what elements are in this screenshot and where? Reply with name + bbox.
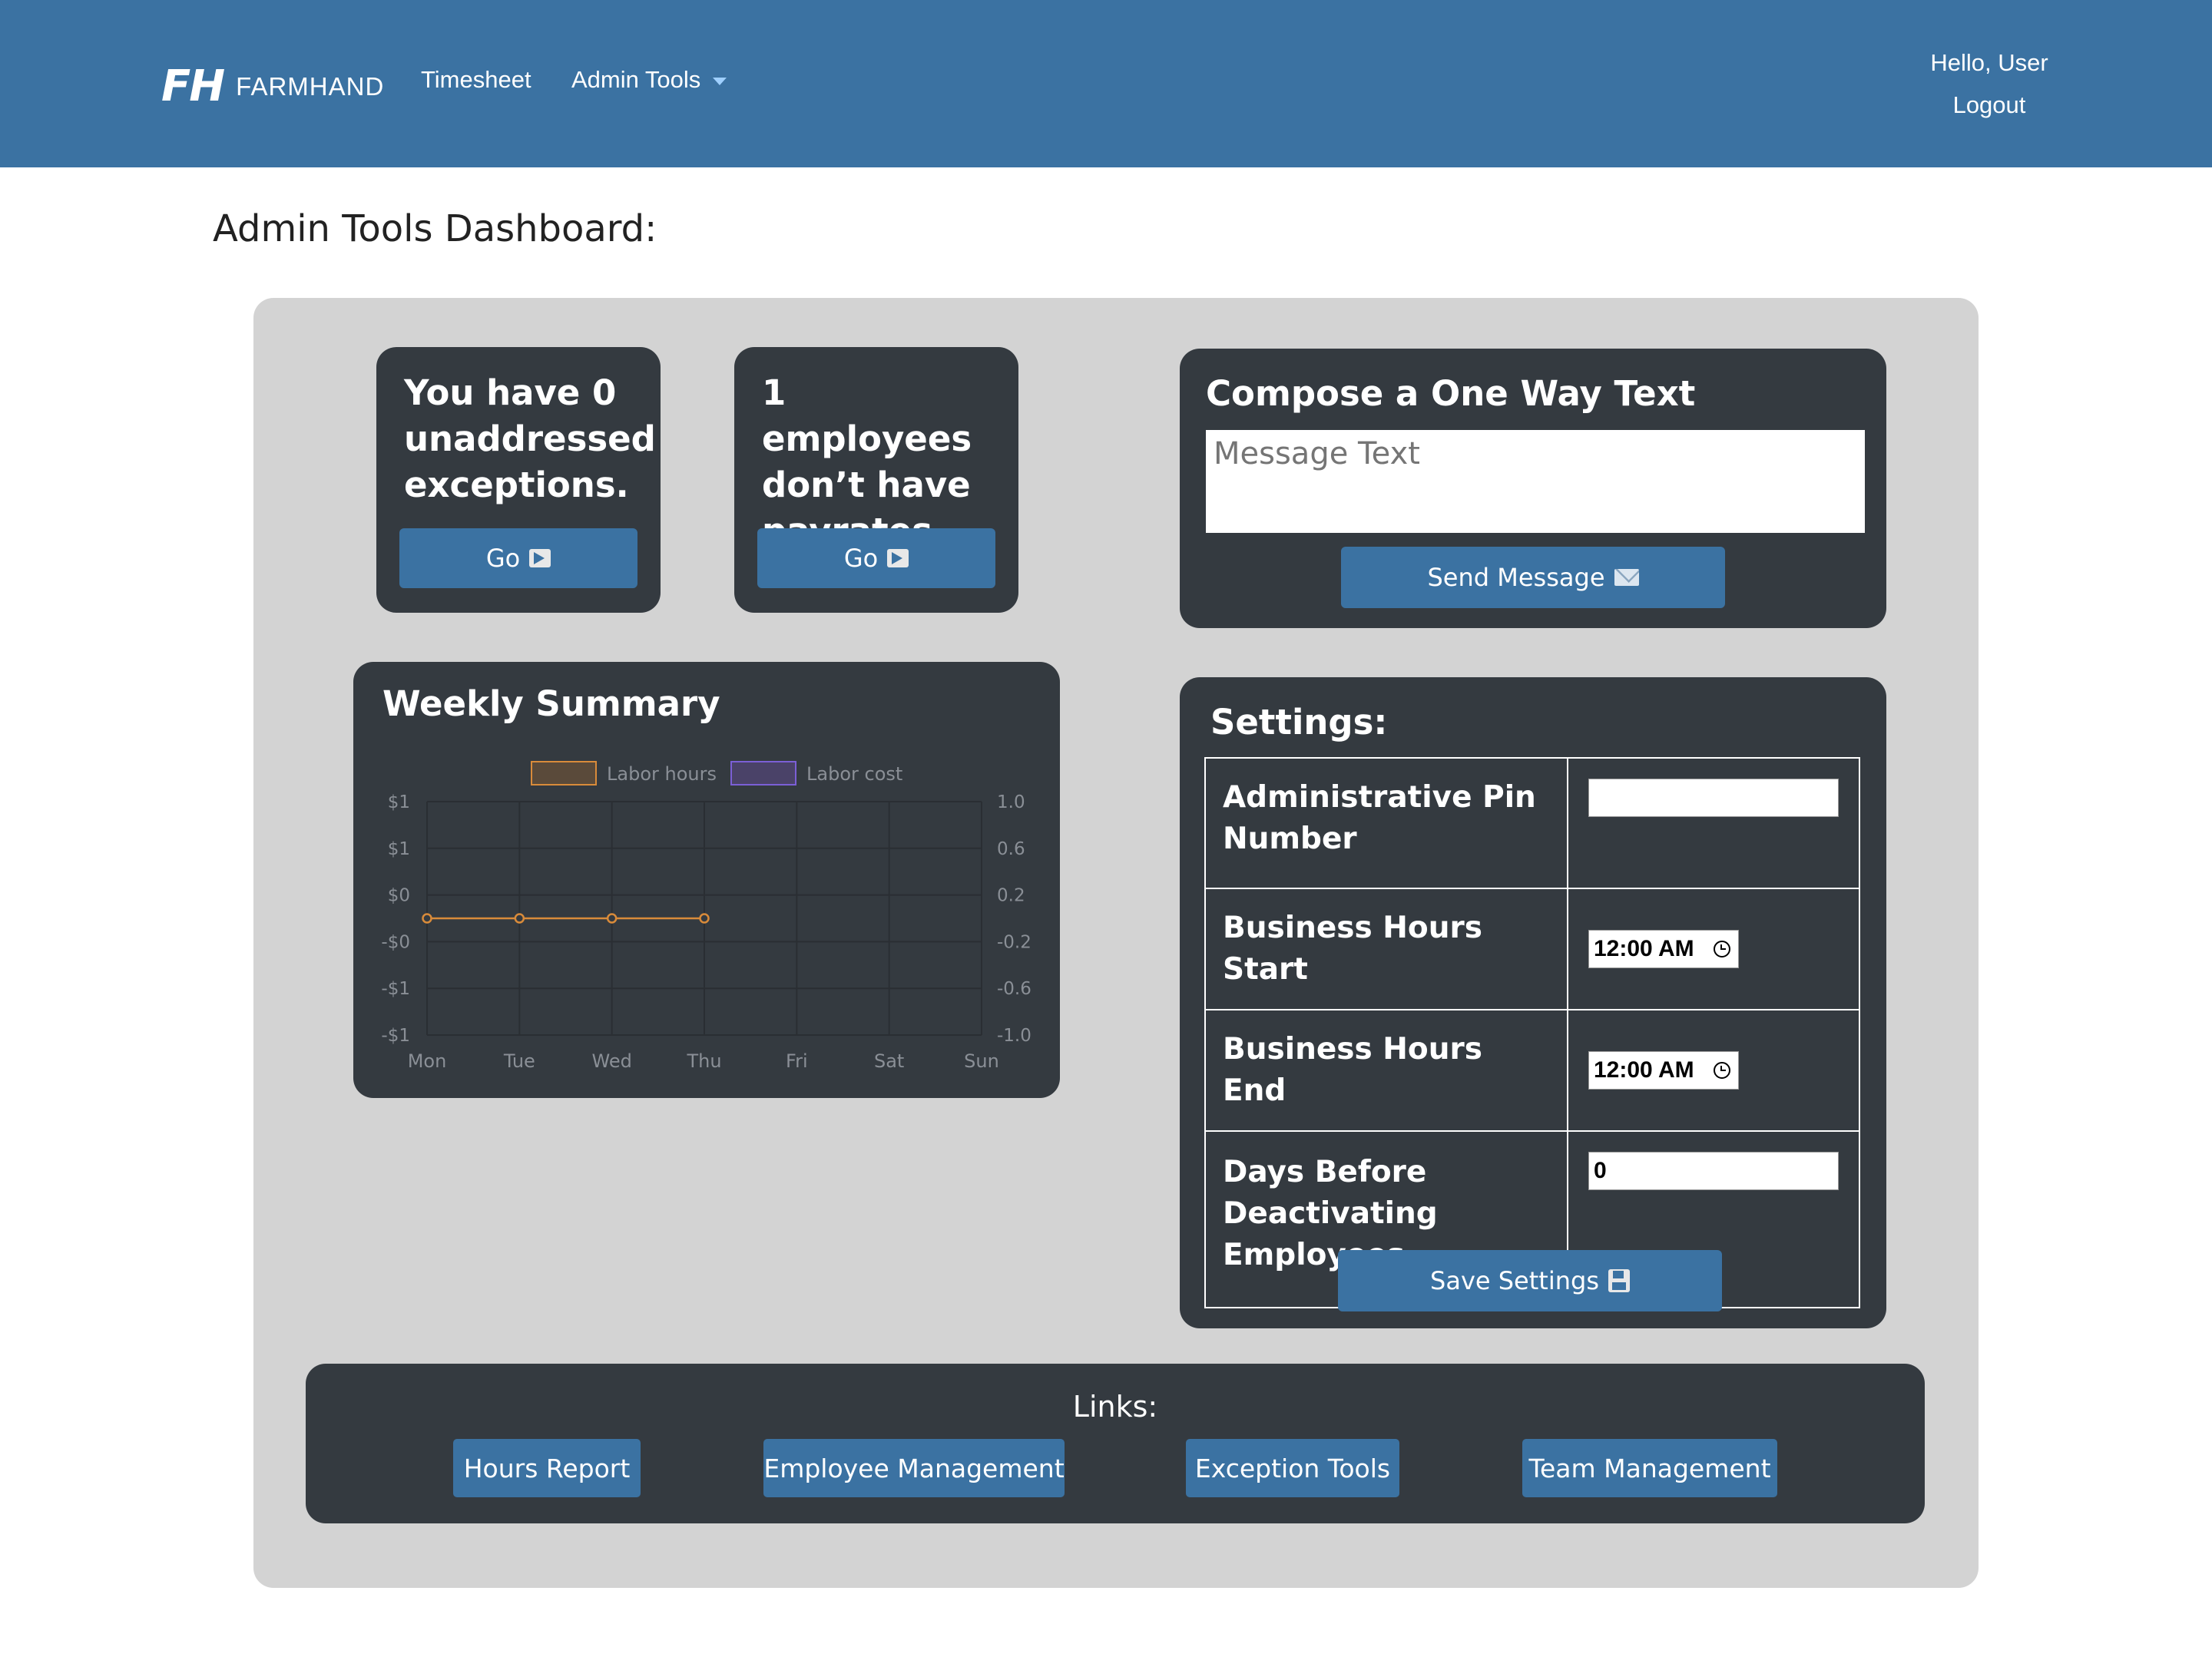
user-menu: Hello, User Logout [1897, 41, 2081, 126]
farmhand-logo: FH [161, 61, 225, 111]
save-settings-button[interactable]: Save Settings [1338, 1250, 1722, 1311]
data-point [606, 913, 618, 924]
settings-row-hours-end: Business Hours End 12:00 AM [1204, 1009, 1860, 1132]
time-value: 12:00 AM [1594, 936, 1694, 961]
settings-row-hours-start: Business Hours Start 12:00 AM [1204, 888, 1860, 1010]
hours-report-link[interactable]: Hours Report [453, 1439, 641, 1497]
floppy-disk-icon [1608, 1269, 1630, 1292]
logout-link[interactable]: Logout [1897, 84, 2081, 126]
x-tick-label: Mon [408, 1050, 447, 1072]
x-tick-label: Tue [503, 1050, 535, 1072]
deactivation-days-input[interactable]: 0 [1588, 1152, 1839, 1190]
admin-pin-input[interactable] [1588, 779, 1839, 817]
y-left-tick-label: -$1 [381, 1026, 410, 1046]
exceptions-go-button[interactable]: Go [399, 528, 637, 588]
clock-icon[interactable] [1714, 941, 1730, 957]
employee-management-link[interactable]: Employee Management [763, 1439, 1065, 1497]
y-left-tick-label: $0 [388, 886, 410, 906]
payrates-card: 1 employees don’t have payrates. Go [734, 347, 1018, 613]
legend-label: Labor cost [806, 763, 902, 785]
exception-tools-link[interactable]: Exception Tools [1186, 1439, 1399, 1497]
x-tick-label: Sun [964, 1050, 999, 1072]
brand-name: FARMHAND [236, 71, 385, 101]
payrates-text: 1 employees don’t have payrates. [762, 372, 972, 551]
business-hours-start-input[interactable]: 12:00 AM [1588, 930, 1739, 968]
user-greeting: Hello, User [1930, 49, 2048, 76]
caret-down-icon [713, 78, 727, 85]
links-title: Links: [1072, 1390, 1158, 1424]
go-label: Go [485, 544, 521, 573]
setting-label: Administrative Pin Number [1204, 757, 1568, 889]
data-point [699, 913, 710, 924]
arrow-right-icon [887, 549, 909, 567]
page-title: Admin Tools Dashboard: [213, 207, 657, 250]
top-navbar: FH FARMHAND Timesheet Admin Tools Hello,… [0, 0, 2212, 167]
links-card: Links: Hours Report Employee Management … [306, 1364, 1925, 1523]
weekly-summary-chart: $1 1.0 $1 0.6 $0 0.2 -$0 -0.2 -$1 -0.6 -$1 -1.0 Mon T… [381, 761, 1031, 1072]
clock-icon[interactable] [1714, 1062, 1730, 1079]
y-left-tick-label: $1 [388, 792, 410, 812]
envelope-icon [1614, 569, 1639, 586]
x-tick-label: Fri [786, 1050, 808, 1072]
send-message-label: Send Message [1427, 563, 1605, 592]
arrow-right-icon [529, 549, 551, 567]
y-right-tick-label: 0.2 [997, 886, 1025, 906]
data-point [422, 913, 432, 924]
weekly-summary-card: Weekly Summary $1 1.0 $1 0.6 $0 0.2 -$0 -0.2 -$1… [353, 662, 1060, 1098]
save-settings-label: Save Settings [1430, 1266, 1599, 1295]
business-hours-end-input[interactable]: 12:00 AM [1588, 1051, 1739, 1090]
go-label: Go [843, 544, 879, 573]
setting-label: Business Hours Start [1204, 888, 1568, 1010]
compose-title: Compose a One Way Text [1206, 373, 1696, 414]
exceptions-card: You have 0 unaddressed exceptions. Go [376, 347, 661, 613]
legend-swatch [531, 761, 597, 786]
y-right-tick-label: 1.0 [997, 792, 1025, 812]
time-value: 12:00 AM [1594, 1057, 1694, 1083]
payrates-go-button[interactable]: Go [757, 528, 995, 588]
y-right-tick-label: -0.6 [997, 979, 1031, 999]
x-tick-label: Wed [592, 1050, 632, 1072]
y-left-tick-label: -$1 [381, 979, 410, 999]
setting-label: Business Hours End [1204, 1009, 1568, 1132]
settings-card: Settings: Administrative Pin Number Busi… [1180, 677, 1886, 1328]
settings-row-pin: Administrative Pin Number [1204, 757, 1860, 889]
nav-admin-tools-dropdown[interactable]: Admin Tools [571, 66, 727, 94]
settings-title: Settings: [1210, 702, 1388, 743]
message-text-input[interactable] [1206, 430, 1865, 533]
x-tick-label: Sat [874, 1050, 904, 1072]
legend-swatch [730, 761, 796, 786]
brand-link[interactable]: FH FARMHAND [161, 61, 384, 111]
compose-text-card: Compose a One Way Text Send Message [1180, 349, 1886, 628]
y-left-tick-label: -$0 [381, 932, 410, 952]
legend-label: Labor hours [607, 763, 717, 785]
team-management-link[interactable]: Team Management [1522, 1439, 1777, 1497]
y-left-tick-label: $1 [388, 839, 410, 859]
settings-table: Administrative Pin Number Business Hours… [1204, 757, 1860, 1308]
y-right-tick-label: 0.6 [997, 839, 1025, 859]
y-right-tick-label: -0.2 [997, 932, 1031, 952]
exceptions-text: You have 0 unaddressed exceptions. [404, 372, 656, 505]
y-right-tick-label: -1.0 [997, 1026, 1031, 1046]
nav-timesheet[interactable]: Timesheet [421, 66, 531, 94]
x-tick-label: Thu [686, 1050, 721, 1072]
data-point [514, 913, 525, 924]
nav-admin-tools-label: Admin Tools [571, 66, 701, 93]
send-message-button[interactable]: Send Message [1341, 547, 1725, 608]
dashboard-panel: You have 0 unaddressed exceptions. Go 1 … [253, 298, 1979, 1588]
